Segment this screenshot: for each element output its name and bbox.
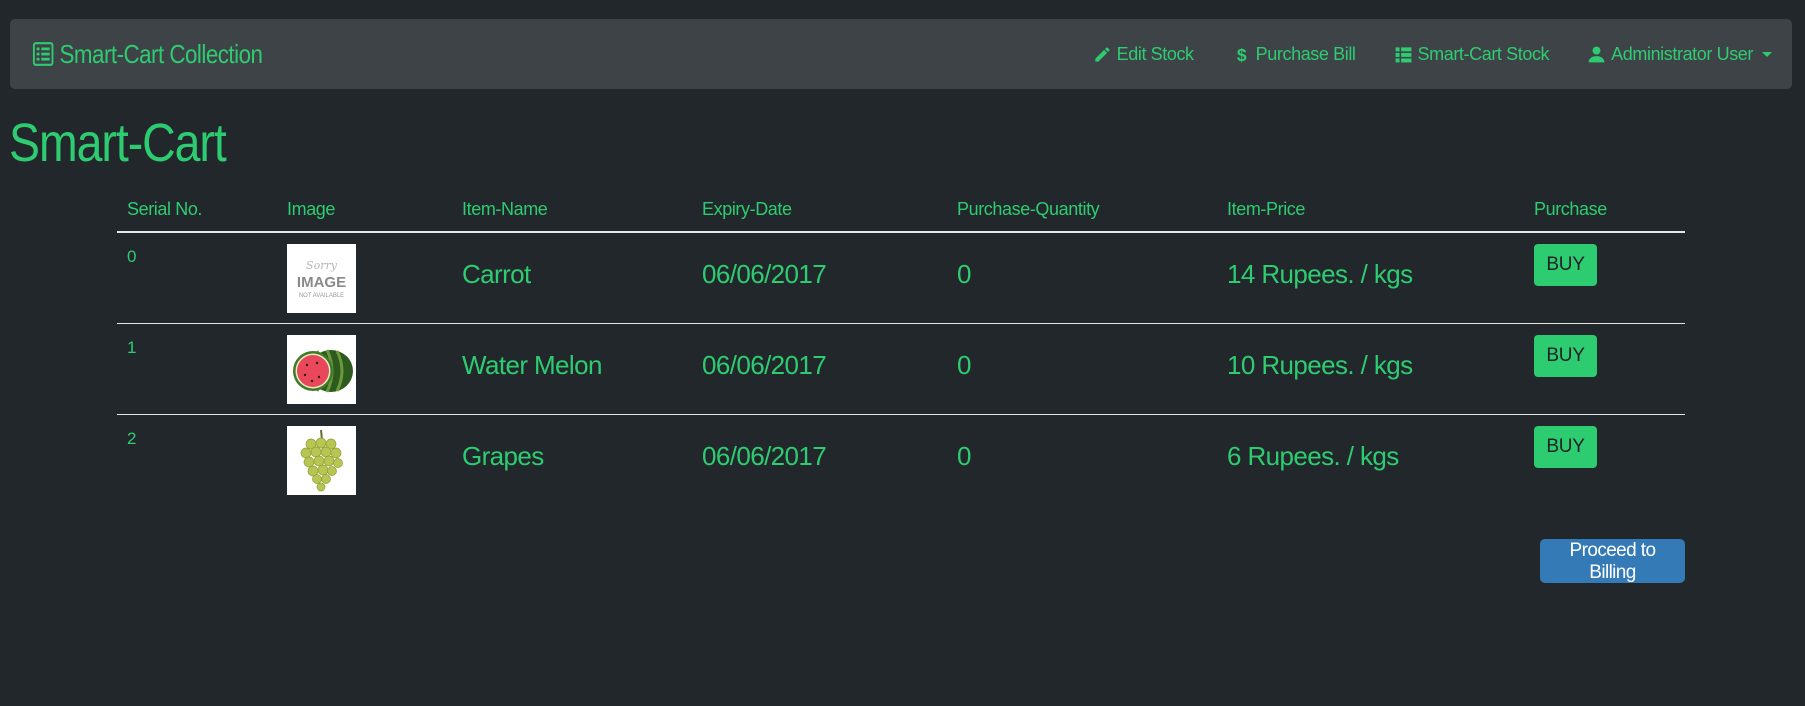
cell-serial: 0 xyxy=(117,232,277,324)
placeholder-not-available-text: NOT AVAILABLE xyxy=(299,293,344,299)
header-purchase-quantity: Purchase-Quantity xyxy=(947,188,1217,233)
table-row: 0 Sorry IMAGE NOT AVAILABLE Carrot 06/06… xyxy=(117,232,1685,324)
dollar-icon: $ xyxy=(1236,45,1246,64)
header-purchase: Purchase xyxy=(1524,188,1685,233)
nav-user-label: Administrator User xyxy=(1611,43,1753,64)
user-icon xyxy=(1588,46,1605,62)
nav-user-dropdown[interactable]: Administrator User xyxy=(1587,44,1772,65)
cell-item-name: Carrot xyxy=(452,232,692,324)
cell-item-name: Water Melon xyxy=(452,323,692,415)
svg-text:$: $ xyxy=(1236,45,1246,64)
cell-purchase: BUY xyxy=(1524,323,1685,415)
cell-price: 6 Rupees. / kgs xyxy=(1227,441,1399,471)
proceed-to-billing-button[interactable]: Proceed to Billing xyxy=(1540,539,1685,583)
cell-purchase: BUY xyxy=(1524,232,1685,324)
cell-expiry-date: 06/06/2017 xyxy=(692,232,947,324)
cart-table: Serial No. Image Item-Name Expiry-Date P… xyxy=(117,188,1685,505)
cell-quantity: 0 xyxy=(957,441,971,471)
placeholder-sorry-text: Sorry xyxy=(306,259,338,272)
image-not-available-thumbnail: Sorry IMAGE NOT AVAILABLE xyxy=(287,244,356,313)
caret-down-icon xyxy=(1762,51,1772,57)
cell-quantity: 0 xyxy=(947,232,1217,324)
nav-smart-cart-stock[interactable]: Smart-Cart Stock xyxy=(1394,44,1550,65)
table-header-row: Serial No. Image Item-Name Expiry-Date P… xyxy=(117,188,1685,233)
table-row: 1 Water Melon 06/06/2017 0 10 Rupees. / … xyxy=(117,323,1685,415)
buy-button[interactable]: BUY xyxy=(1534,335,1597,377)
buy-button[interactable]: BUY xyxy=(1534,426,1597,468)
header-item-price: Item-Price xyxy=(1217,188,1524,233)
buy-button[interactable]: BUY xyxy=(1534,244,1597,286)
list-icon xyxy=(1395,46,1411,62)
cell-price: 10 Rupees. / kgs xyxy=(1217,323,1524,415)
table-row: 2 Grapes 06/06/2017 0 6 Rupees. / kgs BU… xyxy=(117,415,1685,506)
cell-expiry-date: 06/06/2017 xyxy=(702,441,827,471)
cell-image: Sorry IMAGE NOT AVAILABLE xyxy=(277,232,452,324)
watermelon-thumbnail xyxy=(287,335,356,404)
brand-label: Smart-Cart Collection xyxy=(59,38,263,69)
nav-links: Edit Stock $ Purchase Bill Smart-Cart St… xyxy=(1093,38,1772,70)
page-title: Smart-Cart xyxy=(9,113,227,173)
top-navbar: Smart-Cart Collection Edit Stock $ Purch… xyxy=(10,19,1792,89)
cell-image xyxy=(277,323,452,415)
cell-expiry-date: 06/06/2017 xyxy=(692,323,947,415)
list-alt-icon xyxy=(32,42,54,66)
cell-quantity: 0 xyxy=(947,323,1217,415)
grapes-thumbnail xyxy=(287,426,356,495)
cell-image xyxy=(277,415,452,506)
cell-serial: 1 xyxy=(117,323,277,415)
nav-smart-cart-stock-label: Smart-Cart Stock xyxy=(1417,43,1550,64)
brand-link[interactable]: Smart-Cart Collection xyxy=(32,38,263,70)
header-serial: Serial No. xyxy=(117,188,277,233)
header-expiry-date: Expiry-Date xyxy=(692,188,947,233)
nav-purchase-bill-label: Purchase Bill xyxy=(1255,43,1356,64)
placeholder-image-text: IMAGE xyxy=(297,274,346,291)
cell-serial: 2 xyxy=(127,429,137,448)
nav-edit-stock-label: Edit Stock xyxy=(1116,43,1194,64)
nav-edit-stock[interactable]: Edit Stock xyxy=(1093,44,1194,65)
cell-purchase: BUY xyxy=(1524,415,1685,506)
cell-price: 14 Rupees. / kgs xyxy=(1217,232,1524,324)
pencil-icon xyxy=(1095,46,1110,62)
header-item-name: Item-Name xyxy=(452,188,692,233)
nav-purchase-bill[interactable]: $ Purchase Bill xyxy=(1232,43,1356,65)
cell-item-name: Grapes xyxy=(462,441,544,471)
header-image: Image xyxy=(277,188,452,233)
